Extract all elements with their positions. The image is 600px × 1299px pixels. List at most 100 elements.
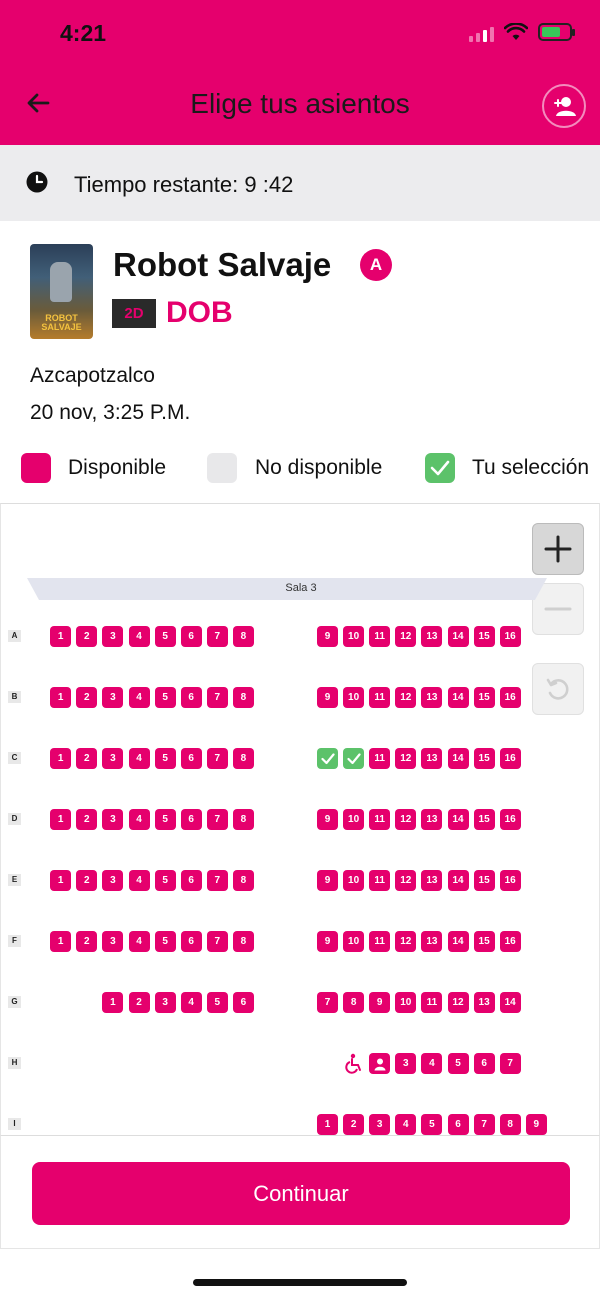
seat-g-3[interactable]: 3 bbox=[154, 992, 176, 1013]
seat-e-2[interactable]: 2 bbox=[76, 870, 98, 891]
seat-c-13[interactable]: 13 bbox=[421, 748, 443, 769]
seat-e-16[interactable]: 16 bbox=[499, 870, 521, 891]
seat-c-2[interactable]: 2 bbox=[76, 748, 98, 769]
seat-e-4[interactable]: 4 bbox=[128, 870, 150, 891]
seat-e-6[interactable]: 6 bbox=[180, 870, 202, 891]
seat-d-11[interactable]: 11 bbox=[369, 809, 391, 830]
seat-b-11[interactable]: 11 bbox=[369, 687, 391, 708]
seat-a-12[interactable]: 12 bbox=[395, 626, 417, 647]
seat-f-11[interactable]: 11 bbox=[369, 931, 391, 952]
zoom-in-button[interactable] bbox=[532, 523, 584, 575]
seat-e-14[interactable]: 14 bbox=[447, 870, 469, 891]
seat-b-4[interactable]: 4 bbox=[128, 687, 150, 708]
seat-g-6[interactable]: 6 bbox=[232, 992, 254, 1013]
seat-c-12[interactable]: 12 bbox=[395, 748, 417, 769]
seat-g-10[interactable]: 10 bbox=[395, 992, 417, 1013]
seat-h-5[interactable]: 5 bbox=[447, 1053, 469, 1074]
seat-i-4[interactable]: 4 bbox=[395, 1114, 417, 1135]
seat-f-8[interactable]: 8 bbox=[232, 931, 254, 952]
seat-c-7[interactable]: 7 bbox=[206, 748, 228, 769]
seat-a-14[interactable]: 14 bbox=[447, 626, 469, 647]
seat-e-9[interactable]: 9 bbox=[317, 870, 338, 891]
seat-c-10[interactable] bbox=[343, 748, 365, 769]
seat-a-4[interactable]: 4 bbox=[128, 626, 150, 647]
seat-b-15[interactable]: 15 bbox=[473, 687, 495, 708]
seat-e-15[interactable]: 15 bbox=[473, 870, 495, 891]
seat-g-12[interactable]: 12 bbox=[447, 992, 469, 1013]
seat-f-7[interactable]: 7 bbox=[206, 931, 228, 952]
seat-g-5[interactable]: 5 bbox=[206, 992, 228, 1013]
seat-c-1[interactable]: 1 bbox=[50, 748, 72, 769]
seat-f-12[interactable]: 12 bbox=[395, 931, 417, 952]
seat-g-1[interactable]: 1 bbox=[102, 992, 124, 1013]
seat-b-14[interactable]: 14 bbox=[447, 687, 469, 708]
seat-g-4[interactable]: 4 bbox=[180, 992, 202, 1013]
seat-a-2[interactable]: 2 bbox=[76, 626, 98, 647]
seat-e-7[interactable]: 7 bbox=[206, 870, 228, 891]
seat-a-7[interactable]: 7 bbox=[206, 626, 228, 647]
seat-b-2[interactable]: 2 bbox=[76, 687, 98, 708]
seat-c-4[interactable]: 4 bbox=[128, 748, 150, 769]
seat-b-3[interactable]: 3 bbox=[102, 687, 124, 708]
seat-b-7[interactable]: 7 bbox=[206, 687, 228, 708]
add-user-button[interactable] bbox=[542, 84, 586, 128]
seat-map[interactable]: Sala 3 A 1 2 3 4 5 6 7 8 9 10 11 12 13 14 15 16 B 1 2 3 4 5 6 7 8… bbox=[0, 503, 600, 1135]
seat-d-15[interactable]: 15 bbox=[473, 809, 495, 830]
seat-b-9[interactable]: 9 bbox=[317, 687, 338, 708]
seat-b-6[interactable]: 6 bbox=[180, 687, 202, 708]
seat-g-13[interactable]: 13 bbox=[473, 992, 495, 1013]
seat-g-9[interactable]: 9 bbox=[369, 992, 391, 1013]
seat-g-14[interactable]: 14 bbox=[499, 992, 521, 1013]
seat-e-11[interactable]: 11 bbox=[369, 870, 391, 891]
seat-c-14[interactable]: 14 bbox=[447, 748, 469, 769]
seat-d-8[interactable]: 8 bbox=[232, 809, 254, 830]
seat-i-5[interactable]: 5 bbox=[421, 1114, 443, 1135]
seat-b-1[interactable]: 1 bbox=[50, 687, 72, 708]
seat-g-2[interactable]: 2 bbox=[128, 992, 150, 1013]
seat-i-6[interactable]: 6 bbox=[447, 1114, 469, 1135]
seat-a-5[interactable]: 5 bbox=[154, 626, 176, 647]
seat-a-13[interactable]: 13 bbox=[421, 626, 443, 647]
seat-f-10[interactable]: 10 bbox=[343, 931, 365, 952]
seat-d-12[interactable]: 12 bbox=[395, 809, 417, 830]
seat-i-2[interactable]: 2 bbox=[343, 1114, 365, 1135]
seat-f-1[interactable]: 1 bbox=[50, 931, 72, 952]
seat-d-1[interactable]: 1 bbox=[50, 809, 72, 830]
seat-b-13[interactable]: 13 bbox=[421, 687, 443, 708]
seat-e-12[interactable]: 12 bbox=[395, 870, 417, 891]
seat-companion[interactable] bbox=[369, 1053, 391, 1074]
seat-d-7[interactable]: 7 bbox=[206, 809, 228, 830]
seat-d-5[interactable]: 5 bbox=[154, 809, 176, 830]
seat-g-7[interactable]: 7 bbox=[317, 992, 338, 1013]
seat-a-16[interactable]: 16 bbox=[499, 626, 521, 647]
seat-b-12[interactable]: 12 bbox=[395, 687, 417, 708]
seat-e-10[interactable]: 10 bbox=[343, 870, 365, 891]
seat-d-2[interactable]: 2 bbox=[76, 809, 98, 830]
seat-d-14[interactable]: 14 bbox=[447, 809, 469, 830]
reset-zoom-button[interactable] bbox=[532, 663, 584, 715]
seat-c-5[interactable]: 5 bbox=[154, 748, 176, 769]
seat-a-15[interactable]: 15 bbox=[473, 626, 495, 647]
seat-d-3[interactable]: 3 bbox=[102, 809, 124, 830]
seat-d-13[interactable]: 13 bbox=[421, 809, 443, 830]
seat-a-11[interactable]: 11 bbox=[369, 626, 391, 647]
seat-f-4[interactable]: 4 bbox=[128, 931, 150, 952]
seat-d-10[interactable]: 10 bbox=[343, 809, 365, 830]
seat-c-8[interactable]: 8 bbox=[232, 748, 254, 769]
seat-f-6[interactable]: 6 bbox=[180, 931, 202, 952]
seat-c-11[interactable]: 11 bbox=[369, 748, 391, 769]
seat-d-16[interactable]: 16 bbox=[499, 809, 521, 830]
seat-g-8[interactable]: 8 bbox=[343, 992, 365, 1013]
seat-b-10[interactable]: 10 bbox=[343, 687, 365, 708]
seat-c-9[interactable] bbox=[317, 748, 338, 769]
seat-f-15[interactable]: 15 bbox=[473, 931, 495, 952]
seat-f-13[interactable]: 13 bbox=[421, 931, 443, 952]
seat-f-5[interactable]: 5 bbox=[154, 931, 176, 952]
seat-e-1[interactable]: 1 bbox=[50, 870, 72, 891]
seat-b-5[interactable]: 5 bbox=[154, 687, 176, 708]
continue-button[interactable]: Continuar bbox=[32, 1162, 570, 1225]
seat-i-9[interactable]: 9 bbox=[525, 1114, 547, 1135]
seat-i-3[interactable]: 3 bbox=[369, 1114, 391, 1135]
seat-a-1[interactable]: 1 bbox=[50, 626, 72, 647]
seat-f-16[interactable]: 16 bbox=[499, 931, 521, 952]
